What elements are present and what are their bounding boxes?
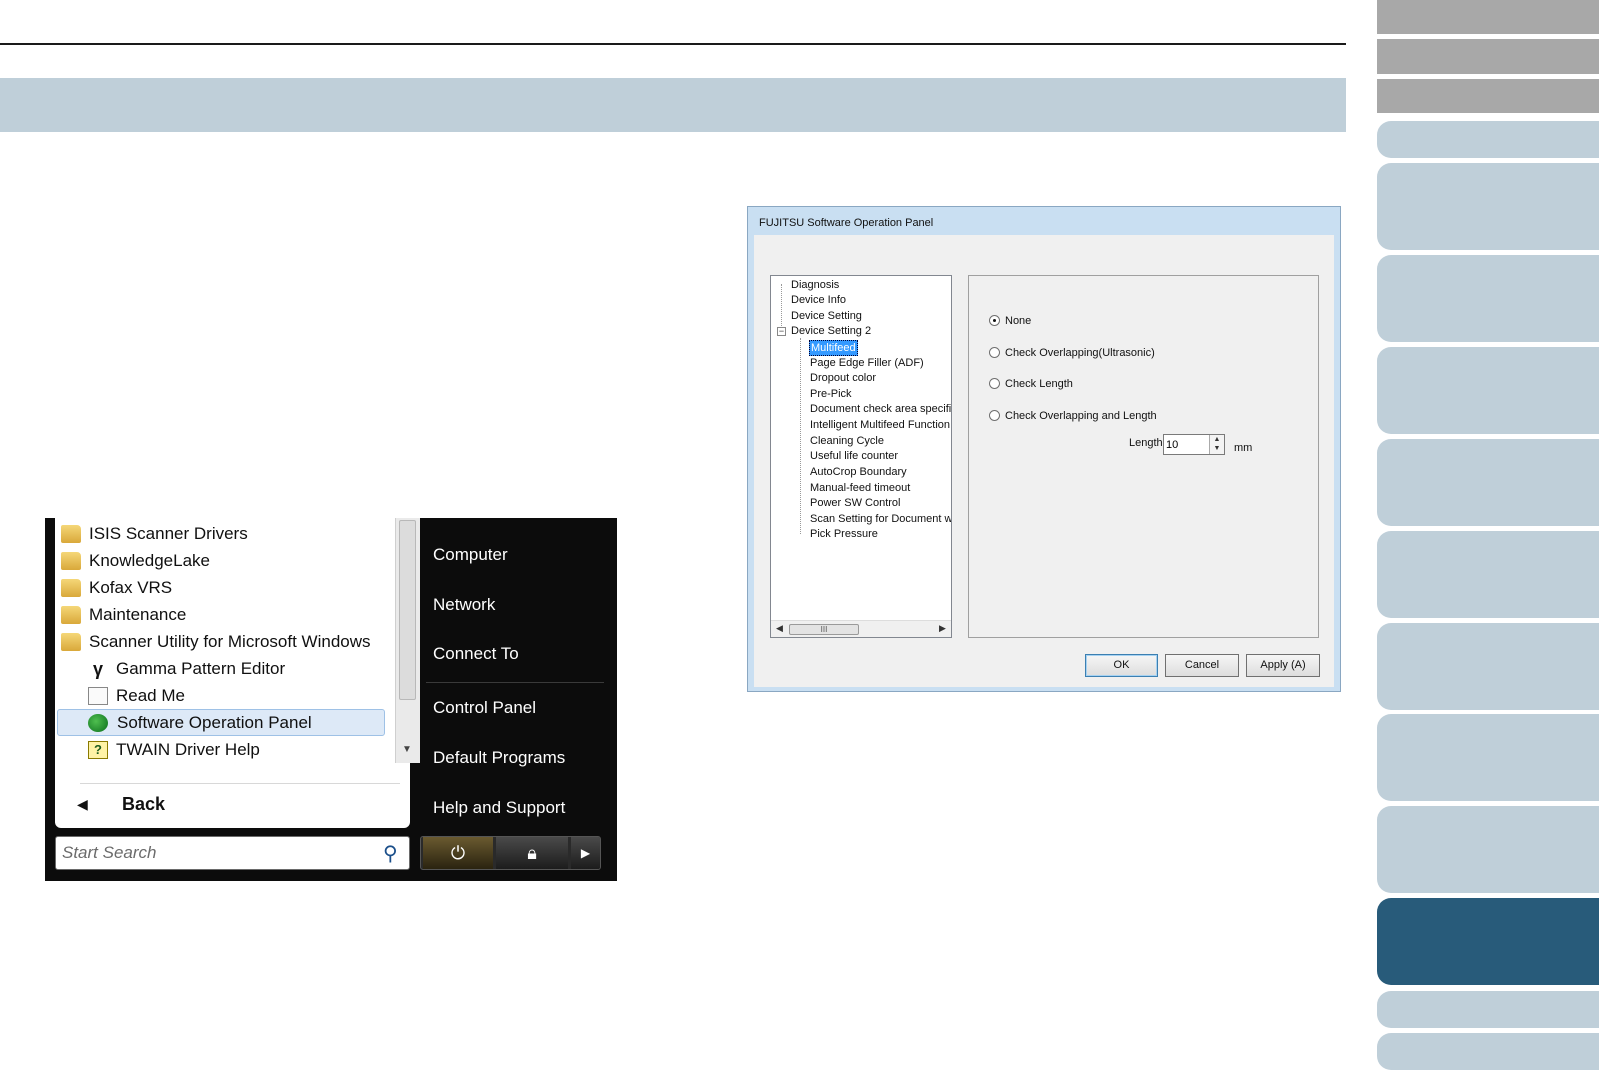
tree-item-power-sw-control[interactable]: Power SW Control — [810, 496, 900, 510]
ok-button[interactable]: OK — [1085, 654, 1158, 677]
length-label: Length — [1129, 437, 1163, 449]
program-item-software-operation-panel[interactable]: Software Operation Panel — [57, 709, 385, 736]
radio-check-length[interactable]: Check Length — [989, 378, 1073, 390]
nav-tab-active[interactable] — [1377, 898, 1599, 985]
nav-tab-12[interactable] — [1377, 806, 1599, 893]
nav-tab-1[interactable] — [1377, 0, 1599, 34]
nav-tab-5[interactable] — [1377, 163, 1599, 250]
tree-item-device-info[interactable]: Device Info — [791, 293, 846, 307]
tree-item-page-edge-filler[interactable]: Page Edge Filler (ADF) — [810, 356, 924, 370]
length-input[interactable] — [1166, 437, 1208, 452]
nav-tab-9[interactable] — [1377, 531, 1599, 618]
tree-item-multifeed[interactable]: Multifeed — [809, 340, 858, 356]
menu-item-help-and-support[interactable]: Help and Support — [433, 798, 565, 818]
tree-item-dropout-color[interactable]: Dropout color — [810, 371, 876, 385]
dialog-title: FUJITSU Software Operation Panel — [759, 217, 934, 229]
tree-item-cleaning-cycle[interactable]: Cleaning Cycle — [810, 434, 884, 448]
nav-tab-2[interactable] — [1377, 39, 1599, 74]
start-menu-programs-panel: ISIS Scanner Drivers KnowledgeLake Kofax… — [55, 518, 420, 828]
length-spinbox[interactable]: ▲▼ — [1163, 434, 1225, 455]
radio-check-overlapping-ultrasonic[interactable]: Check Overlapping(Ultrasonic) — [989, 347, 1155, 359]
right-menu-separator — [426, 682, 604, 683]
apply-button[interactable]: Apply (A) — [1246, 654, 1320, 677]
menu-item-computer[interactable]: Computer — [433, 545, 508, 565]
radio-check-overlapping-and-length[interactable]: Check Overlapping and Length — [989, 410, 1157, 422]
length-unit-label: mm — [1234, 442, 1253, 454]
tree-item-document-check-area[interactable]: Document check area specific — [810, 402, 951, 416]
tree-item-pre-pick[interactable]: Pre-Pick — [810, 387, 852, 401]
tree-item-useful-life-counter[interactable]: Useful life counter — [810, 449, 898, 463]
nav-tab-11[interactable] — [1377, 714, 1599, 801]
folder-icon — [61, 606, 81, 624]
tree-item-intelligent-multifeed[interactable]: Intelligent Multifeed Function — [810, 418, 950, 432]
tree-connector — [800, 338, 801, 534]
radio-unselected-icon[interactable] — [989, 410, 1000, 421]
scroll-right-arrow-icon[interactable]: ▶ — [939, 623, 946, 634]
tree-item-manual-feed-timeout[interactable]: Manual-feed timeout — [810, 481, 910, 495]
tree-item-pick-pressure[interactable]: Pick Pressure — [810, 527, 878, 541]
nav-tab-8[interactable] — [1377, 439, 1599, 526]
scroll-left-arrow-icon[interactable]: ◀ — [776, 623, 783, 634]
folder-icon — [61, 525, 81, 543]
start-search-input[interactable] — [62, 842, 362, 864]
power-icon: ⏻ — [450, 843, 466, 863]
power-button[interactable]: ⏻ — [423, 837, 493, 869]
radio-none[interactable]: None — [989, 315, 1031, 327]
start-search-box[interactable]: ⚲ — [55, 836, 410, 870]
nav-tab-7[interactable] — [1377, 347, 1599, 434]
gamma-icon: γ — [92, 659, 103, 679]
nav-tab-10[interactable] — [1377, 623, 1599, 710]
tree-item-diagnosis[interactable]: Diagnosis — [791, 278, 839, 292]
radio-unselected-icon[interactable] — [989, 378, 1000, 389]
lock-button[interactable]: 🔒︎ — [496, 837, 568, 869]
programs-scrollbar[interactable]: ▼ — [395, 518, 420, 763]
nav-tab-6[interactable] — [1377, 255, 1599, 342]
top-rule — [0, 43, 1346, 45]
start-menu: ISIS Scanner Drivers KnowledgeLake Kofax… — [45, 518, 617, 881]
dialog-body: Diagnosis Device Info Device Setting − D… — [754, 235, 1334, 687]
radio-selected-icon[interactable] — [989, 315, 1000, 326]
lock-icon: 🔒︎ — [527, 843, 537, 863]
back-arrow-icon[interactable]: ◀ — [77, 796, 88, 813]
scrollbar-thumb[interactable]: III — [789, 624, 859, 635]
operation-panel-dialog: FUJITSU Software Operation Panel Diagnos… — [747, 206, 1341, 692]
tree-item-device-setting-2[interactable]: Device Setting 2 — [791, 324, 871, 338]
shutdown-options-button[interactable]: ▶ — [571, 837, 600, 869]
scroll-down-arrow-icon[interactable]: ▼ — [402, 744, 412, 755]
folder-icon — [61, 579, 81, 597]
radio-unselected-icon[interactable] — [989, 347, 1000, 358]
help-file-icon: ? — [88, 741, 108, 759]
tree-item-device-setting[interactable]: Device Setting — [791, 309, 862, 323]
nav-tab-3[interactable] — [1377, 79, 1599, 113]
folder-icon — [61, 633, 81, 651]
search-icon[interactable]: ⚲ — [383, 841, 398, 866]
nav-tab-13[interactable] — [1377, 991, 1599, 1028]
folder-icon — [61, 552, 81, 570]
scrollbar-thumb[interactable] — [399, 520, 416, 700]
back-button[interactable]: Back — [122, 794, 165, 815]
tree-item-autocrop-boundary[interactable]: AutoCrop Boundary — [810, 465, 907, 479]
nav-tab-14[interactable] — [1377, 1033, 1599, 1070]
arrow-right-icon: ▶ — [580, 846, 591, 860]
tree-horizontal-scrollbar[interactable]: ◀ III ▶ — [771, 620, 951, 637]
document-icon — [88, 687, 108, 705]
multifeed-options-panel: None Check Overlapping(Ultrasonic) Check… — [968, 275, 1319, 638]
menu-item-network[interactable]: Network — [433, 595, 495, 615]
cancel-button[interactable]: Cancel — [1165, 654, 1239, 677]
tree-collapse-icon[interactable]: − — [777, 327, 786, 336]
software-operation-panel-icon — [88, 714, 108, 732]
menu-item-control-panel[interactable]: Control Panel — [433, 698, 536, 718]
power-button-bar: ⏻ 🔒︎ ▶ — [420, 836, 601, 870]
nav-tab-4[interactable] — [1377, 121, 1599, 158]
settings-tree[interactable]: Diagnosis Device Info Device Setting − D… — [770, 275, 952, 638]
tree-item-scan-setting[interactable]: Scan Setting for Document wit — [810, 512, 951, 526]
menu-item-connect-to[interactable]: Connect To — [433, 644, 519, 664]
spin-arrows-icon[interactable]: ▲ ▼ — [1209, 435, 1224, 454]
header-band — [0, 78, 1346, 132]
programs-separator — [80, 783, 400, 784]
menu-item-default-programs[interactable]: Default Programs — [433, 748, 565, 768]
